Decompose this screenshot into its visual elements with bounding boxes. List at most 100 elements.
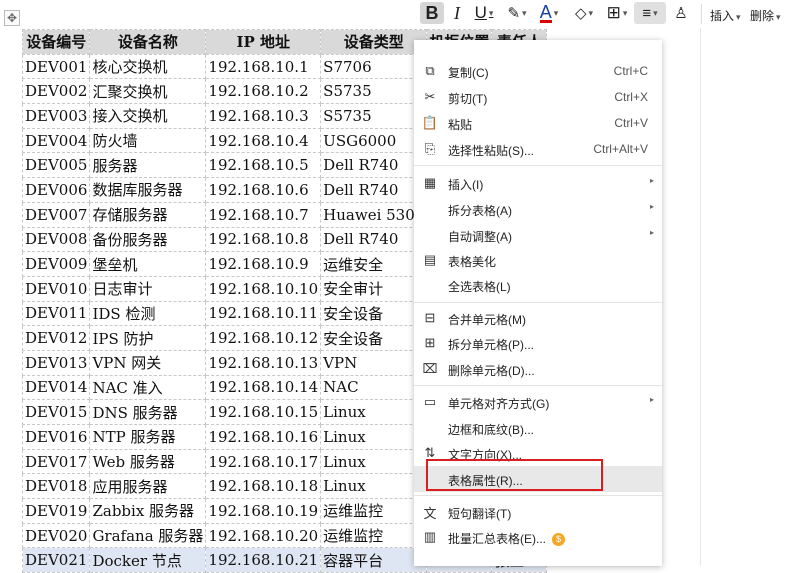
- table-cell[interactable]: 192.168.10.3: [205, 103, 322, 129]
- table-cell[interactable]: DEV007: [21, 201, 91, 228]
- menu-item-select-table[interactable]: 全选表格(L): [414, 272, 662, 298]
- table-cell[interactable]: DEV021: [21, 547, 91, 573]
- table-cell[interactable]: Dell R740: [320, 226, 428, 253]
- table-cell[interactable]: 接入交换机: [89, 103, 207, 129]
- table-cell[interactable]: 日志审计: [89, 275, 207, 302]
- table-cell[interactable]: Linux: [320, 399, 428, 425]
- format-painter-button[interactable]: ♙: [670, 2, 692, 24]
- table-cell[interactable]: 运维监控: [320, 522, 428, 549]
- table-cell[interactable]: Linux: [320, 473, 428, 500]
- table-cell[interactable]: 192.168.10.16: [205, 424, 322, 450]
- header-cell[interactable]: 设备编号: [21, 29, 91, 55]
- insert-dropdown[interactable]: 插入 ▾: [710, 7, 741, 24]
- table-cell[interactable]: DEV004: [21, 127, 91, 154]
- table-cell[interactable]: Dell R740: [320, 177, 428, 203]
- table-cell[interactable]: 192.168.10.20: [205, 522, 322, 549]
- menu-item-cell-align[interactable]: ▭ 单元格对齐方式(G) ▸: [414, 389, 662, 415]
- table-cell[interactable]: Zabbix 服务器: [89, 498, 207, 524]
- delete-dropdown[interactable]: 删除 ▾: [750, 7, 781, 24]
- table-cell[interactable]: Dell R740: [320, 152, 428, 179]
- table-cell[interactable]: Docker 节点: [89, 547, 207, 573]
- header-cell[interactable]: 设备类型: [320, 29, 428, 55]
- table-cell[interactable]: 192.168.10.1: [205, 53, 322, 80]
- table-cell[interactable]: Grafana 服务器: [89, 522, 207, 549]
- table-cell[interactable]: 服务器: [89, 152, 207, 179]
- table-cell[interactable]: DEV014: [21, 374, 91, 401]
- menu-item-insert[interactable]: ▦ 插入(I) ▸: [414, 170, 662, 196]
- table-cell[interactable]: 192.168.10.13: [205, 349, 322, 376]
- table-cell[interactable]: DNS 服务器: [89, 399, 207, 425]
- table-cell[interactable]: 192.168.10.7: [205, 201, 322, 228]
- align-button[interactable]: ≡ ▾: [634, 2, 666, 24]
- table-cell[interactable]: DEV008: [21, 226, 91, 253]
- table-cell[interactable]: 192.168.10.14: [205, 374, 322, 401]
- table-cell[interactable]: Web 服务器: [89, 448, 207, 475]
- table-cell[interactable]: 运维监控: [320, 498, 428, 524]
- table-cell[interactable]: IPS 防护: [89, 325, 207, 351]
- menu-item-beautify[interactable]: ▤ 表格美化: [414, 247, 662, 273]
- table-cell[interactable]: DEV006: [21, 177, 91, 203]
- header-cell[interactable]: 设备名称: [89, 29, 207, 55]
- table-cell[interactable]: 192.168.10.2: [205, 78, 322, 105]
- table-cell[interactable]: 192.168.10.18: [205, 473, 322, 500]
- table-cell[interactable]: DEV012: [21, 325, 91, 351]
- table-cell[interactable]: Linux: [320, 424, 428, 450]
- table-cell[interactable]: 容器平台: [320, 547, 428, 573]
- table-cell[interactable]: 安全审计: [320, 275, 428, 302]
- table-cell[interactable]: DEV010: [21, 275, 91, 302]
- underline-button[interactable]: U ▾: [469, 2, 499, 24]
- table-cell[interactable]: DEV019: [21, 498, 91, 524]
- table-cell[interactable]: 防火墙: [89, 127, 207, 154]
- bold-button[interactable]: B: [420, 2, 444, 24]
- table-cell[interactable]: 192.168.10.6: [205, 177, 322, 203]
- header-cell[interactable]: IP 地址: [205, 29, 322, 55]
- table-cell[interactable]: 存储服务器: [89, 201, 207, 228]
- table-cell[interactable]: 运维安全: [320, 251, 428, 277]
- table-cell[interactable]: DEV016: [21, 424, 91, 450]
- table-cell[interactable]: 192.168.10.15: [205, 399, 322, 425]
- table-cell[interactable]: NTP 服务器: [89, 424, 207, 450]
- table-cell[interactable]: 安全设备: [320, 300, 428, 327]
- table-cell[interactable]: IDS 检测: [89, 300, 207, 327]
- table-cell[interactable]: VPN: [320, 349, 428, 376]
- highlight-button[interactable]: ✎ ▾: [502, 2, 532, 24]
- menu-item-cut[interactable]: ✂ 剪切(T) Ctrl+X: [414, 84, 662, 110]
- table-cell[interactable]: DEV002: [21, 78, 91, 105]
- table-cell[interactable]: 192.168.10.9: [205, 251, 322, 277]
- table-cell[interactable]: DEV020: [21, 522, 91, 549]
- table-cell[interactable]: DEV013: [21, 349, 91, 376]
- table-cell[interactable]: DEV009: [21, 251, 91, 277]
- menu-item-copy[interactable]: ⧉ 复制(C) Ctrl+C: [414, 58, 662, 84]
- table-cell[interactable]: DEV018: [21, 473, 91, 500]
- table-cell[interactable]: 192.168.10.12: [205, 325, 322, 351]
- table-cell[interactable]: DEV005: [21, 152, 91, 179]
- table-cell[interactable]: VPN 网关: [89, 349, 207, 376]
- table-cell[interactable]: DEV001: [21, 53, 91, 80]
- table-cell[interactable]: 数据库服务器: [89, 177, 207, 203]
- font-color-button[interactable]: A ▾: [534, 2, 564, 24]
- menu-item-paste-special[interactable]: ⎘ 选择性粘贴(S)... Ctrl+Alt+V: [414, 136, 662, 162]
- table-move-handle-icon[interactable]: ✥: [4, 10, 20, 26]
- menu-item-merge-cells[interactable]: ⊟ 合并单元格(M): [414, 305, 662, 331]
- table-cell[interactable]: Linux: [320, 448, 428, 475]
- table-cell[interactable]: 核心交换机: [89, 53, 207, 80]
- table-cell[interactable]: 192.168.10.5: [205, 152, 322, 179]
- table-cell[interactable]: 192.168.10.10: [205, 275, 322, 302]
- table-cell[interactable]: Huawei 5300: [320, 201, 428, 228]
- menu-item-paste[interactable]: 📋 粘贴 Ctrl+V: [414, 110, 662, 136]
- menu-item-borders-shading[interactable]: 边框和底纹(B)...: [414, 415, 662, 441]
- table-cell[interactable]: DEV017: [21, 448, 91, 475]
- table-cell[interactable]: 192.168.10.21: [205, 547, 322, 573]
- shading-button[interactable]: ◇ ▾: [568, 2, 600, 24]
- table-cell[interactable]: USG6000: [320, 127, 428, 154]
- table-cell[interactable]: NAC: [320, 374, 428, 401]
- menu-item-delete-cells[interactable]: ⌧ 删除单元格(D)...: [414, 356, 662, 382]
- menu-item-auto-fit[interactable]: 自动调整(A) ▸: [414, 222, 662, 248]
- table-cell[interactable]: 安全设备: [320, 325, 428, 351]
- italic-button[interactable]: I: [447, 2, 467, 24]
- border-button[interactable]: ⊞ ▾: [602, 2, 632, 24]
- table-cell[interactable]: 应用服务器: [89, 473, 207, 500]
- table-cell[interactable]: 192.168.10.19: [205, 498, 322, 524]
- table-cell[interactable]: 192.168.10.4: [205, 127, 322, 154]
- table-cell[interactable]: 192.168.10.17: [205, 448, 322, 475]
